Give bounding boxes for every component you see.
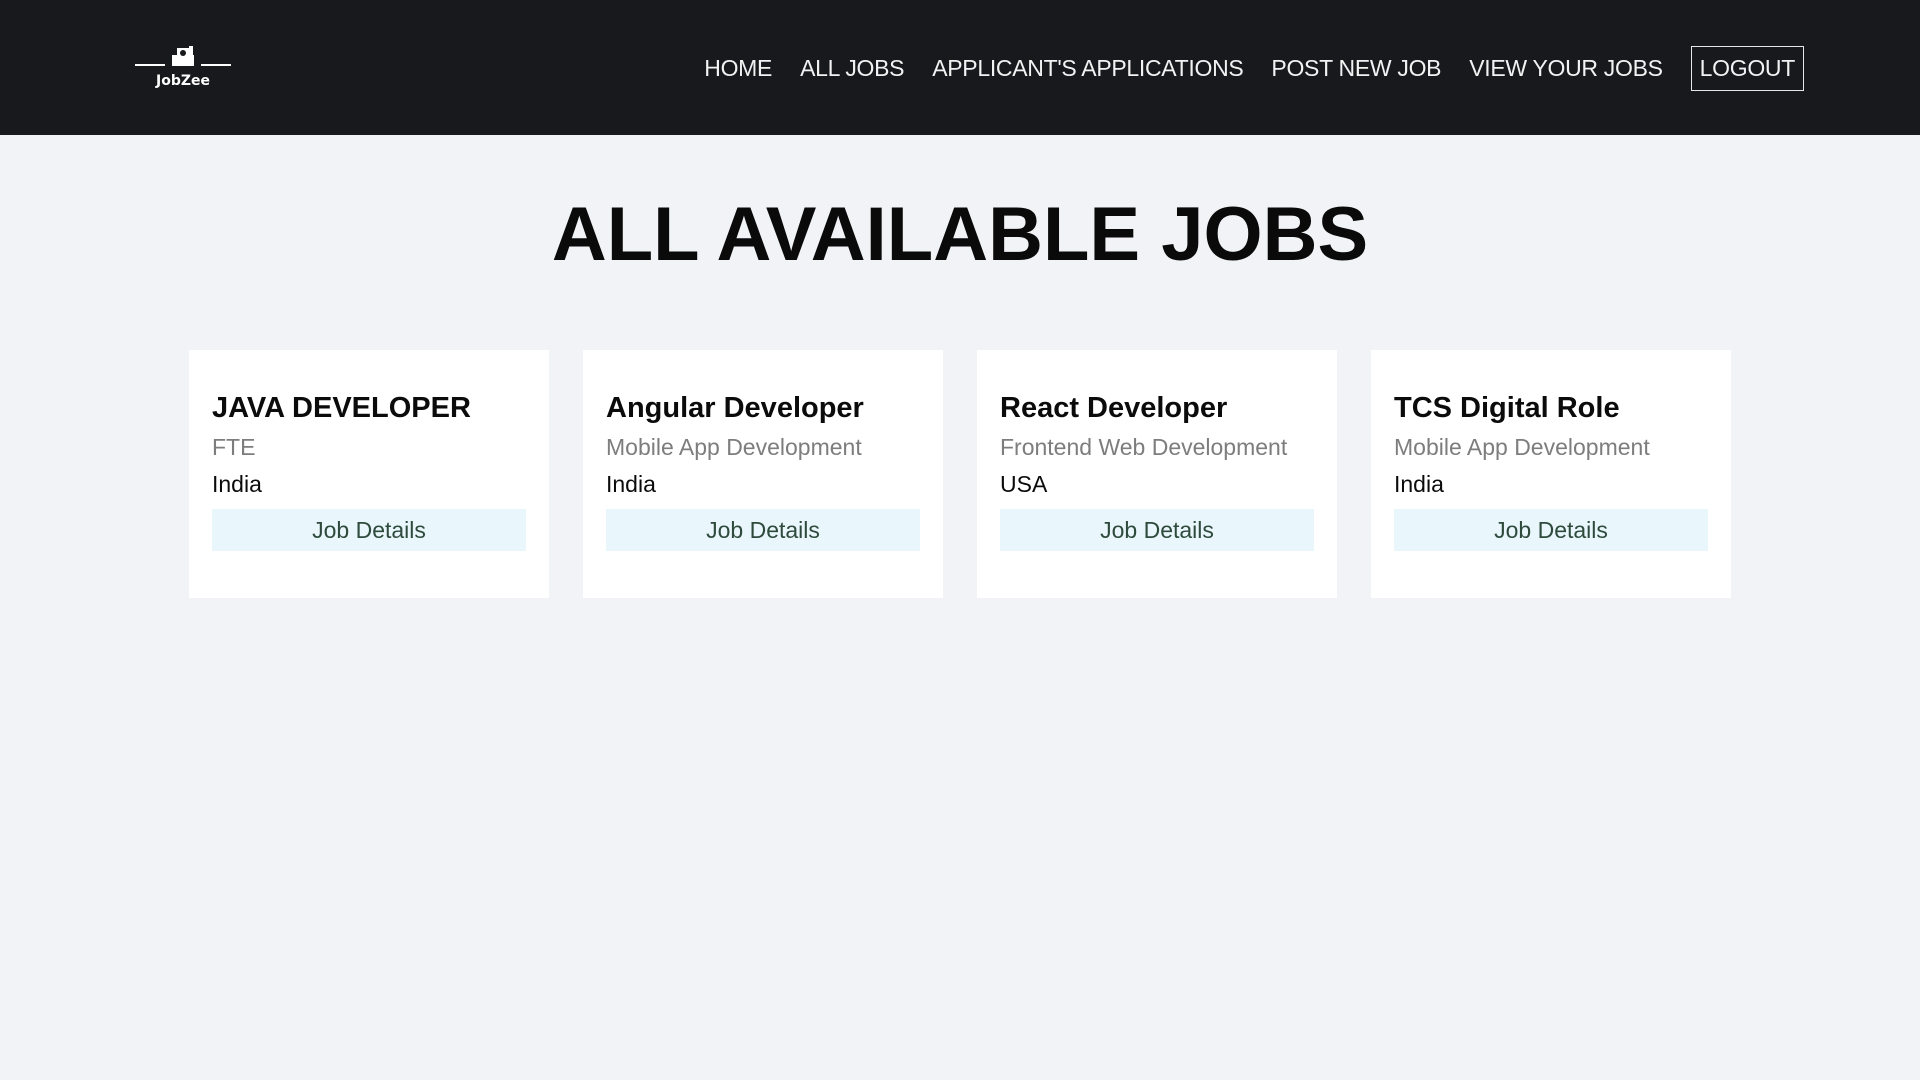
job-card: JAVA DEVELOPER FTE India Job Details bbox=[189, 350, 549, 598]
page-title: ALL AVAILABLE JOBS bbox=[551, 192, 1369, 277]
job-card: TCS Digital Role Mobile App Development … bbox=[1371, 350, 1731, 598]
job-country: India bbox=[606, 471, 656, 497]
nav-view-your-jobs[interactable]: VIEW YOUR JOBS bbox=[1469, 55, 1663, 82]
job-title: TCS Digital Role bbox=[1394, 392, 1620, 424]
job-country: India bbox=[212, 471, 262, 497]
job-details-button[interactable]: Job Details bbox=[1394, 509, 1708, 551]
job-cards: JAVA DEVELOPER FTE India Job Details Ang… bbox=[189, 350, 1731, 598]
logout-button[interactable]: LOGOUT bbox=[1690, 45, 1804, 91]
job-category: Mobile App Development bbox=[1394, 434, 1650, 460]
job-card: Angular Developer Mobile App Development… bbox=[583, 350, 943, 598]
job-category: Frontend Web Development bbox=[1000, 434, 1288, 460]
nav-home[interactable]: HOME bbox=[704, 55, 772, 82]
job-title: React Developer bbox=[1000, 392, 1228, 424]
job-country: USA bbox=[1000, 471, 1048, 497]
job-category: Mobile App Development bbox=[606, 434, 862, 460]
logo-text: JobZee bbox=[156, 73, 210, 89]
nav-links: HOME ALL JOBS APPLICANT'S APPLICATIONS P… bbox=[676, 45, 1804, 91]
nav-applicants-applications[interactable]: APPLICANT'S APPLICATIONS bbox=[932, 55, 1244, 82]
nav-post-new-job[interactable]: POST NEW JOB bbox=[1271, 55, 1441, 82]
job-details-button[interactable]: Job Details bbox=[1000, 509, 1314, 551]
job-category: FTE bbox=[212, 434, 256, 460]
job-details-button[interactable]: Job Details bbox=[212, 509, 526, 551]
job-country: India bbox=[1394, 471, 1444, 497]
job-title: JAVA DEVELOPER bbox=[212, 392, 471, 424]
nav-all-jobs[interactable]: ALL JOBS bbox=[800, 55, 904, 82]
job-title: Angular Developer bbox=[606, 392, 864, 424]
job-details-button[interactable]: Job Details bbox=[606, 509, 920, 551]
brand-logo[interactable]: JobZee bbox=[133, 44, 233, 94]
logo-icon bbox=[135, 46, 231, 66]
job-card: React Developer Frontend Web Development… bbox=[977, 350, 1337, 598]
top-navbar: JobZee HOME ALL JOBS APPLICANT'S APPLICA… bbox=[0, 0, 1920, 135]
